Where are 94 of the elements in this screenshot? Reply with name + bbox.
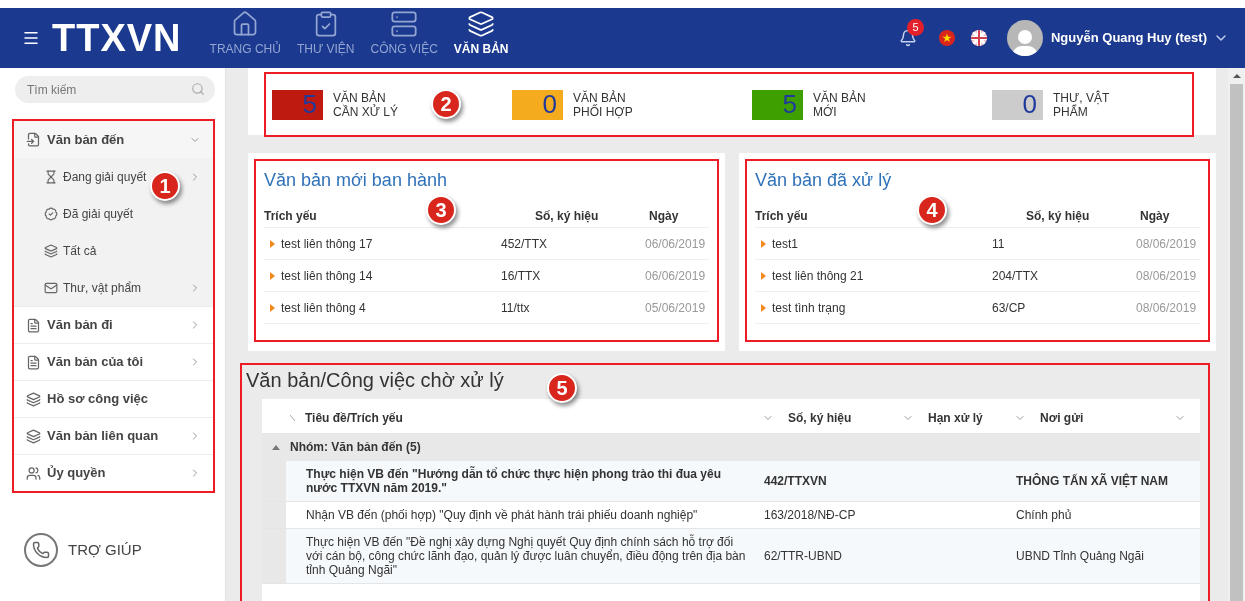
column-header[interactable]: Tiêu đề/Trích yếu <box>305 409 762 427</box>
tile-label: VĂN BẢN MỚI <box>813 90 866 119</box>
count-tile[interactable]: 0 <box>992 89 1043 120</box>
group-label: Nhóm: Văn bản đến (5) <box>290 439 421 456</box>
table-cell-text: 442/TTXVN <box>763 473 828 490</box>
submenu-icon <box>44 169 58 184</box>
table-cell-text: UBND Tỉnh Quảng Ngãi <box>1015 548 1145 565</box>
table-cell-text: 62/TTR-UBND <box>763 548 843 565</box>
column-header[interactable]: Hạn xử lý <box>928 409 1014 427</box>
column-header: Số, ký hiệu <box>1025 207 1091 225</box>
menu-item[interactable]: Hồ sơ công việc <box>14 380 213 417</box>
count-tile[interactable]: 0 <box>512 89 563 120</box>
search-field[interactable]: Tìm kiếm <box>15 76 215 103</box>
submenu-item[interactable]: Tất cả <box>14 232 213 269</box>
table-row[interactable]: Nhận VB đến (phối hợp) "Quy định về phát hành trái phiếu doanh nghiệp" 163/2018/NĐ-CP Chính phủ <box>262 502 1200 529</box>
bullet-icon <box>270 239 275 248</box>
nav-icon <box>390 10 419 38</box>
callout-badge: 2 <box>431 89 461 119</box>
nav-icon <box>467 10 496 38</box>
user-name[interactable]: Nguyễn Quang Huy (test) <box>1051 28 1207 48</box>
table-row[interactable] <box>262 529 1200 584</box>
menu-item[interactable]: Văn bản liên quan <box>14 417 213 454</box>
document-link[interactable]: test liên thông 17 <box>281 234 373 253</box>
menu-icon[interactable] <box>22 29 40 47</box>
menu-item[interactable]: Văn bản của tôi <box>14 343 213 380</box>
table-cell-text: Thực hiện VB đến "Đề nghị xây dựng Nghị quyết Quy định chính sách hỗ trợ đối với cán bộ, công chức lãnh đạo, quản lý được luân chuyển, điều động trên địa bàn tỉnh Quảng Ngãi" <box>305 533 747 579</box>
scrollbar[interactable] <box>1228 68 1245 601</box>
logo[interactable]: TTXVN <box>52 19 182 57</box>
bullet-icon <box>761 239 766 248</box>
card-title: Văn bản mới ban hành <box>264 169 448 192</box>
document-link[interactable]: test liên thông 21 <box>772 266 864 285</box>
callout-badge: 5 <box>547 373 577 403</box>
expand-icon[interactable] <box>272 444 280 450</box>
submenu-item[interactable]: Đã giải quyết <box>14 195 213 232</box>
help-link[interactable]: TRỢ GIÚP <box>68 538 142 562</box>
table-cell-text: 06/06/2019 <box>645 235 707 253</box>
table-cell-text: 08/06/2019 <box>1136 299 1198 317</box>
table-cell-text: Thực hiện VB đến "Hướng dẫn tổ chức thực hiện phong trào thi đua yêu nước TTXVN năm 2019." <box>305 465 722 497</box>
bullet-icon <box>270 271 275 280</box>
column-header: Số, ký hiệu <box>534 207 600 225</box>
card-title: Văn bản đã xử lý <box>755 169 893 192</box>
table-cell-text: Nhận VB đến (phối hợp) "Quy định về phát hành trái phiếu doanh nghiệp" <box>305 507 699 524</box>
table-cell-text: 63/CP <box>992 299 1027 317</box>
submenu-icon <box>44 280 58 295</box>
notification-count: 5 <box>907 19 924 36</box>
table-row[interactable]: Thực hiện VB đến "Hướng dẫn tổ chức thực hiện phong trào thi đua yêu nước TTXVN năm 2019." 442/TTXVN THÔNG TẤN XÃ VIỆT NAM <box>262 461 1200 502</box>
phone-icon[interactable] <box>24 533 58 567</box>
section-title: Văn bản/Công việc chờ xử lý <box>246 368 504 393</box>
table-cell-text: Chính phủ <box>1015 507 1073 524</box>
table-cell-text: 11/ttx <box>501 299 531 317</box>
nav-tab[interactable]: THƯ VIỆN <box>288 10 363 68</box>
table-cell-text: 05/06/2019 <box>645 299 707 317</box>
submenu-item[interactable]: Thư, vật phẩm <box>14 269 213 306</box>
nav-tab[interactable]: VĂN BẢN <box>445 10 517 68</box>
column-header[interactable]: Nơi gửi <box>1040 409 1174 427</box>
column-header: Ngày <box>1140 207 1171 225</box>
document-link[interactable]: test liên thông 4 <box>281 298 366 317</box>
bell-icon[interactable] <box>899 29 917 47</box>
table-cell-text: 452/TTX <box>501 235 549 253</box>
nav-tab[interactable]: TRANG CHỦ <box>201 10 289 68</box>
table-cell-text: 06/06/2019 <box>645 267 707 285</box>
column-header: Trích yếu <box>755 208 808 223</box>
callout-badge: 4 <box>917 195 947 225</box>
table-cell-text: 08/06/2019 <box>1136 235 1198 253</box>
table-cell-text: 163/2018/NĐ-CP <box>763 507 857 524</box>
tile-label: THƯ, VẬT PHẨM <box>1053 90 1110 119</box>
document-link[interactable]: test tình trạng <box>772 298 846 317</box>
menu-item[interactable]: Ủy quyền <box>14 454 213 491</box>
group-row[interactable]: Nhóm: Văn bản đến (5) <box>262 433 1200 461</box>
submenu-icon <box>44 243 58 258</box>
uk-flag-icon[interactable] <box>971 30 987 46</box>
menu-item[interactable]: Văn bản đến <box>14 121 213 158</box>
bullet-icon <box>761 271 766 280</box>
vietnam-flag-icon[interactable] <box>939 30 955 46</box>
tile-label: VĂN BẢN PHỐI HỢP <box>573 90 633 119</box>
table-cell-text: 16/TTX <box>501 267 542 285</box>
document-link[interactable]: test1 <box>772 234 798 253</box>
table-cell-text: 11 <box>992 235 1006 253</box>
document-link[interactable]: test liên thông 14 <box>281 266 373 285</box>
column-header[interactable]: Số, ký hiệu <box>788 409 902 427</box>
bullet-icon <box>761 303 766 312</box>
table-cell-text: 08/06/2019 <box>1136 267 1198 285</box>
user-avatar[interactable] <box>1007 20 1043 56</box>
submenu-icon <box>44 206 58 221</box>
menu-item[interactable]: Văn bản đi <box>14 306 213 343</box>
tile-label: VĂN BẢN CẦN XỬ LÝ <box>333 90 398 119</box>
column-header: Trích yếu <box>264 208 317 223</box>
bullet-icon <box>270 303 275 312</box>
table-cell-text: THÔNG TẤN XÃ VIỆT NAM <box>1015 472 1169 490</box>
column-header: Ngày <box>649 207 680 225</box>
nav-tab[interactable]: CÔNG VIỆC <box>362 10 446 68</box>
table-cell-text: 204/TTX <box>992 267 1040 285</box>
scroll-up-icon[interactable] <box>1232 74 1241 78</box>
callout-badge: 3 <box>426 195 456 225</box>
